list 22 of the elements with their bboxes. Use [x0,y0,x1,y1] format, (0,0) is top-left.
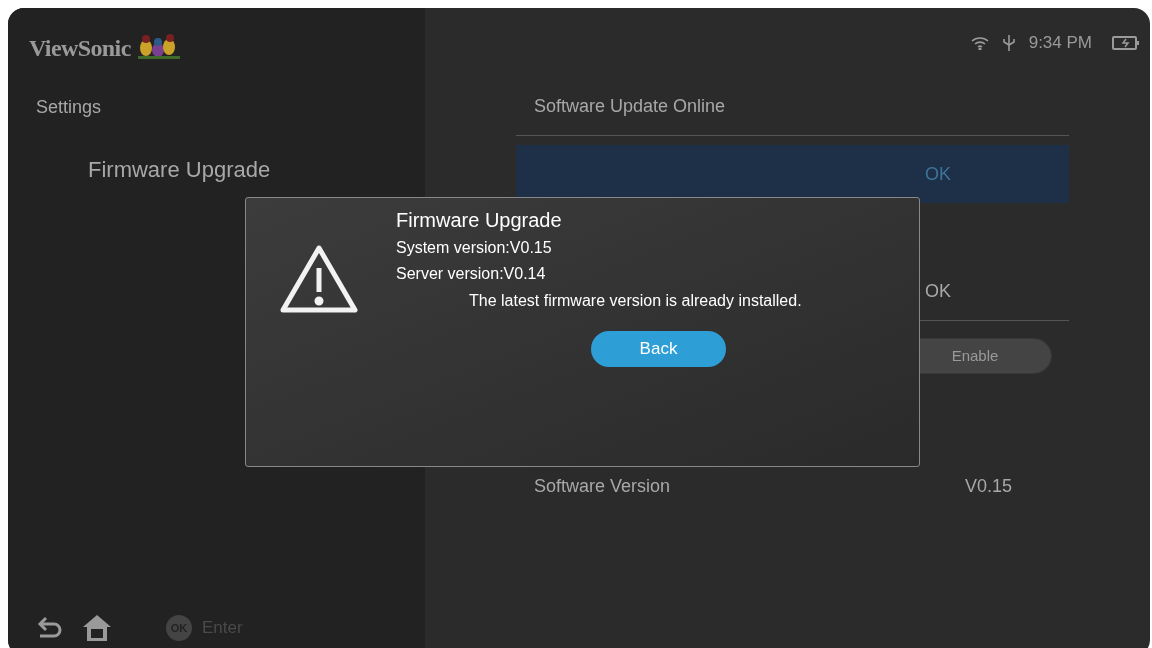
dialog-title: Firmware Upgrade [396,208,563,233]
back-icon[interactable] [36,616,64,640]
warning-icon [280,244,358,314]
usb-icon [1002,34,1015,52]
home-icon[interactable] [82,614,112,642]
clock-time: 9:34 PM [1028,32,1092,55]
ok-value: OK [925,162,951,186]
back-button[interactable]: Back [591,331,726,367]
sidebar-item[interactable]: Firmware Upgrade [88,153,425,186]
dialog-message: The latest firmware version is already installed. [469,291,802,311]
battery-charging-icon [1112,36,1140,50]
setting-label: Software Version [534,474,672,498]
wifi-icon [970,36,989,50]
brand-logo: ViewSonic [29,36,131,60]
version-line: Server version:V0.14 [396,264,547,284]
toggle-label: Enable [951,345,999,366]
setting-label: Software Update Online [534,95,726,118]
version-line: System version:V0.15 [396,238,553,258]
sidebar-title: Settings [36,96,103,119]
setting-row[interactable]: OK [516,145,1069,203]
version-value: V0.15 [965,474,1013,498]
ok-value: OK [925,280,951,303]
